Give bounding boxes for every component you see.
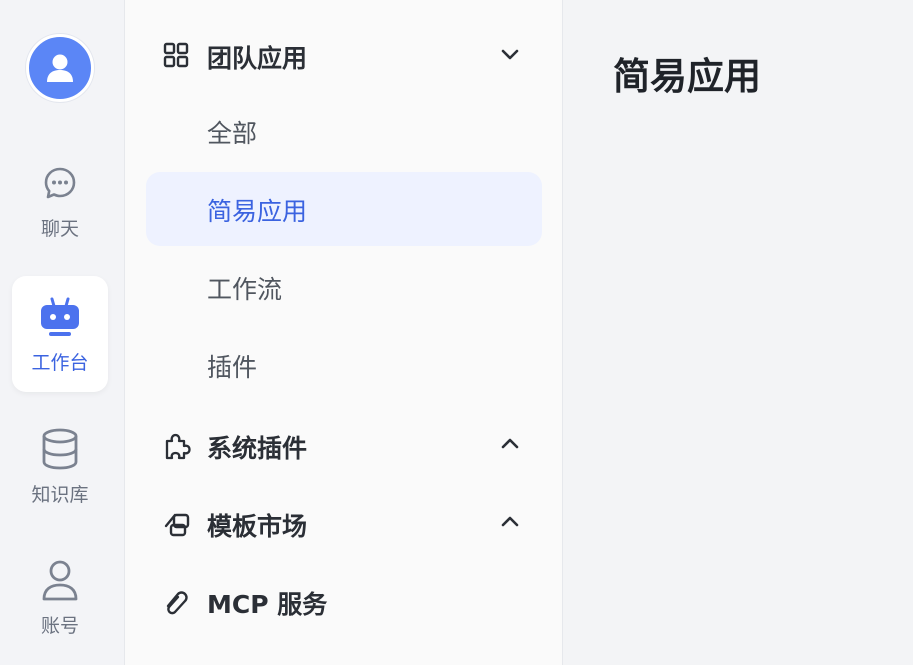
group-template-market[interactable]: 模板市场 [125, 497, 562, 547]
menu-item-simple-app[interactable]: 简易应用 [146, 172, 542, 246]
menu-item-workflow[interactable]: 工作流 [146, 250, 542, 324]
menu-item-label: 简易应用 [207, 197, 308, 226]
rail-label-chat: 聊天 [40, 218, 79, 240]
rail-item-chat[interactable]: 聊天 [12, 150, 108, 266]
rail-item-knowledge-base[interactable]: 知识库 [12, 414, 108, 530]
chat-icon [44, 167, 76, 199]
rail-item-account[interactable]: 账号 [12, 545, 108, 661]
group-system-plugins[interactable]: 系统插件 [125, 419, 562, 469]
group-team-apps[interactable]: 团队应用 [125, 29, 562, 79]
app-menu-panel: 团队应用 全部 简易应用 工作流 插件 系统插件 模板市场 MCP 服务 [125, 0, 563, 665]
group-mcp-service[interactable]: MCP 服务 [125, 575, 562, 625]
group-label: 团队应用 [207, 44, 308, 73]
rail-label-account: 账号 [40, 615, 79, 637]
main-content: 简易应用 [563, 0, 913, 665]
puzzle-icon [165, 433, 191, 460]
menu-item-label: 全部 [207, 119, 258, 148]
chevron-down-icon[interactable] [499, 43, 521, 65]
avatar[interactable] [26, 34, 94, 102]
group-label: MCP 服务 [207, 590, 328, 619]
menu-item-all[interactable]: 全部 [146, 94, 542, 168]
user-icon [42, 560, 78, 601]
template-icon [164, 513, 190, 537]
link-icon [166, 591, 188, 615]
group-label: 系统插件 [207, 434, 308, 463]
user-avatar-icon [47, 54, 73, 82]
chevron-up-icon[interactable] [499, 511, 521, 533]
grid-icon [163, 42, 189, 68]
menu-item-plugins[interactable]: 插件 [146, 328, 542, 402]
menu-item-label: 工作流 [207, 275, 283, 304]
database-icon [42, 428, 78, 470]
group-label: 模板市场 [207, 512, 308, 541]
left-rail: 聊天 工作台 知识库 账号 [0, 0, 125, 665]
robot-icon [41, 297, 79, 336]
page-title: 简易应用 [613, 55, 761, 98]
menu-item-label: 插件 [207, 353, 258, 382]
rail-label-knowledge-base: 知识库 [31, 484, 89, 506]
rail-item-workbench[interactable]: 工作台 [12, 276, 108, 392]
rail-label-workbench: 工作台 [31, 352, 89, 374]
chevron-up-icon[interactable] [499, 433, 521, 455]
